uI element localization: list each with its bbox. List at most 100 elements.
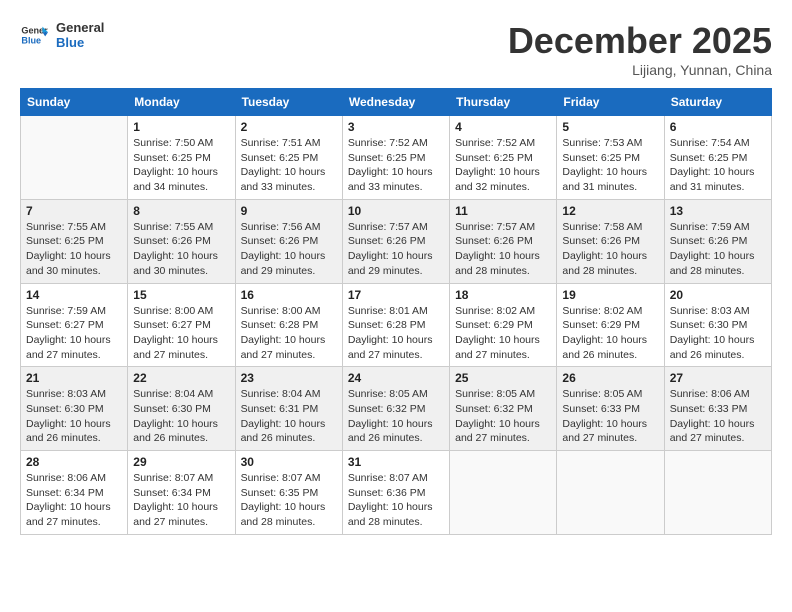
day-info: Sunrise: 7:53 AMSunset: 6:25 PMDaylight:… [562,136,658,195]
day-number: 24 [348,371,444,385]
day-number: 30 [241,455,337,469]
calendar-table: SundayMondayTuesdayWednesdayThursdayFrid… [20,88,772,535]
weekday-header-row: SundayMondayTuesdayWednesdayThursdayFrid… [21,89,772,116]
calendar-day-cell: 7 Sunrise: 7:55 AMSunset: 6:25 PMDaylight… [21,199,128,283]
calendar-day-cell: 13 Sunrise: 7:59 AMSunset: 6:26 PMDayligh… [664,199,771,283]
day-info: Sunrise: 8:07 AMSunset: 6:36 PMDaylight:… [348,471,444,530]
weekday-header-saturday: Saturday [664,89,771,116]
calendar-day-cell: 29Sunrise: 8:07 AMSunset: 6:34 PMDayligh… [128,451,235,535]
calendar-day-cell: 16Sunrise: 8:00 AMSunset: 6:28 PMDayligh… [235,283,342,367]
day-number: 9 [241,204,337,218]
day-number: 28 [26,455,122,469]
weekday-header-tuesday: Tuesday [235,89,342,116]
day-number: 15 [133,288,229,302]
calendar-day-cell: 17Sunrise: 8:01 AMSunset: 6:28 PMDayligh… [342,283,449,367]
calendar-week-row: 21Sunrise: 8:03 AMSunset: 6:30 PMDayligh… [21,367,772,451]
day-info: Sunrise: 8:04 AMSunset: 6:31 PMDaylight:… [241,387,337,446]
day-info: Sunrise: 8:00 AMSunset: 6:27 PMDaylight:… [133,304,229,363]
calendar-week-row: 28 Sunrise: 8:06 AMSunset: 6:34 PMDayligh… [21,451,772,535]
day-number: 10 [348,204,444,218]
day-info: Sunrise: 7:58 AMSunset: 6:26 PMDaylight:… [562,220,658,279]
calendar-day-cell: 2 Sunrise: 7:51 AMSunset: 6:25 PMDaylight… [235,116,342,200]
calendar-day-cell: 27Sunrise: 8:06 AMSunset: 6:33 PMDayligh… [664,367,771,451]
logo-blue: Blue [56,35,104,50]
calendar-day-cell: 25Sunrise: 8:05 AMSunset: 6:32 PMDayligh… [450,367,557,451]
calendar-day-cell: 20 Sunrise: 8:03 AMSunset: 6:30 PMDayligh… [664,283,771,367]
calendar-day-cell: 26Sunrise: 8:05 AMSunset: 6:33 PMDayligh… [557,367,664,451]
day-info: Sunrise: 7:59 AMSunset: 6:27 PMDaylight:… [26,304,122,363]
weekday-header-sunday: Sunday [21,89,128,116]
logo-icon: General Blue [20,21,48,49]
calendar-day-cell [21,116,128,200]
day-info: Sunrise: 7:51 AMSunset: 6:25 PMDaylight:… [241,136,337,195]
day-info: Sunrise: 7:55 AMSunset: 6:26 PMDaylight:… [133,220,229,279]
day-info: Sunrise: 8:04 AMSunset: 6:30 PMDaylight:… [133,387,229,446]
title-block: December 2025 Lijiang, Yunnan, China [508,20,772,78]
calendar-day-cell: 23 Sunrise: 8:04 AMSunset: 6:31 PMDayligh… [235,367,342,451]
day-number: 19 [562,288,658,302]
calendar-day-cell: 1 Sunrise: 7:50 AMSunset: 6:25 PMDaylight… [128,116,235,200]
day-info: Sunrise: 8:06 AMSunset: 6:34 PMDaylight:… [26,471,122,530]
day-info: Sunrise: 7:59 AMSunset: 6:26 PMDaylight:… [670,220,766,279]
day-number: 23 [241,371,337,385]
calendar-week-row: 14Sunrise: 7:59 AMSunset: 6:27 PMDayligh… [21,283,772,367]
month-title: December 2025 [508,20,772,62]
day-info: Sunrise: 8:05 AMSunset: 6:32 PMDaylight:… [348,387,444,446]
calendar-day-cell: 3 Sunrise: 7:52 AMSunset: 6:25 PMDaylight… [342,116,449,200]
page-header: General Blue General Blue December 2025 … [20,20,772,78]
calendar-day-cell: 9Sunrise: 7:56 AMSunset: 6:26 PMDaylight… [235,199,342,283]
day-number: 3 [348,120,444,134]
day-info: Sunrise: 7:50 AMSunset: 6:25 PMDaylight:… [133,136,229,195]
day-info: Sunrise: 8:07 AMSunset: 6:35 PMDaylight:… [241,471,337,530]
day-number: 21 [26,371,122,385]
day-number: 26 [562,371,658,385]
weekday-header-friday: Friday [557,89,664,116]
calendar-day-cell: 6Sunrise: 7:54 AMSunset: 6:25 PMDaylight… [664,116,771,200]
day-number: 20 [670,288,766,302]
day-number: 2 [241,120,337,134]
calendar-day-cell: 15 Sunrise: 8:00 AMSunset: 6:27 PMDayligh… [128,283,235,367]
calendar-day-cell [450,451,557,535]
day-number: 18 [455,288,551,302]
day-info: Sunrise: 7:52 AMSunset: 6:25 PMDaylight:… [455,136,551,195]
day-number: 12 [562,204,658,218]
calendar-day-cell: 31 Sunrise: 8:07 AMSunset: 6:36 PMDayligh… [342,451,449,535]
day-number: 8 [133,204,229,218]
day-number: 7 [26,204,122,218]
calendar-day-cell: 4 Sunrise: 7:52 AMSunset: 6:25 PMDaylight… [450,116,557,200]
day-number: 31 [348,455,444,469]
day-number: 5 [562,120,658,134]
day-info: Sunrise: 7:52 AMSunset: 6:25 PMDaylight:… [348,136,444,195]
calendar-week-row: 1 Sunrise: 7:50 AMSunset: 6:25 PMDaylight… [21,116,772,200]
day-info: Sunrise: 7:57 AMSunset: 6:26 PMDaylight:… [455,220,551,279]
calendar-day-cell: 22Sunrise: 8:04 AMSunset: 6:30 PMDayligh… [128,367,235,451]
calendar-week-row: 7 Sunrise: 7:55 AMSunset: 6:25 PMDaylight… [21,199,772,283]
day-number: 1 [133,120,229,134]
day-number: 16 [241,288,337,302]
day-number: 4 [455,120,551,134]
calendar-day-cell: 18Sunrise: 8:02 AMSunset: 6:29 PMDayligh… [450,283,557,367]
day-info: Sunrise: 8:03 AMSunset: 6:30 PMDaylight:… [670,304,766,363]
calendar-day-cell [664,451,771,535]
calendar-day-cell: 28 Sunrise: 8:06 AMSunset: 6:34 PMDayligh… [21,451,128,535]
day-info: Sunrise: 7:54 AMSunset: 6:25 PMDaylight:… [670,136,766,195]
calendar-day-cell: 30 Sunrise: 8:07 AMSunset: 6:35 PMDayligh… [235,451,342,535]
day-number: 29 [133,455,229,469]
day-number: 11 [455,204,551,218]
svg-text:Blue: Blue [21,35,41,45]
calendar-day-cell: 12 Sunrise: 7:58 AMSunset: 6:26 PMDayligh… [557,199,664,283]
calendar-day-cell [557,451,664,535]
calendar-day-cell: 10 Sunrise: 7:57 AMSunset: 6:26 PMDayligh… [342,199,449,283]
calendar-day-cell: 5 Sunrise: 7:53 AMSunset: 6:25 PMDaylight… [557,116,664,200]
calendar-day-cell: 24 Sunrise: 8:05 AMSunset: 6:32 PMDayligh… [342,367,449,451]
day-info: Sunrise: 7:57 AMSunset: 6:26 PMDaylight:… [348,220,444,279]
day-number: 27 [670,371,766,385]
calendar-day-cell: 19Sunrise: 8:02 AMSunset: 6:29 PMDayligh… [557,283,664,367]
calendar-day-cell: 14Sunrise: 7:59 AMSunset: 6:27 PMDayligh… [21,283,128,367]
day-info: Sunrise: 7:55 AMSunset: 6:25 PMDaylight:… [26,220,122,279]
calendar-day-cell: 21Sunrise: 8:03 AMSunset: 6:30 PMDayligh… [21,367,128,451]
day-info: Sunrise: 8:01 AMSunset: 6:28 PMDaylight:… [348,304,444,363]
weekday-header-monday: Monday [128,89,235,116]
calendar-day-cell: 8 Sunrise: 7:55 AMSunset: 6:26 PMDaylight… [128,199,235,283]
day-number: 13 [670,204,766,218]
